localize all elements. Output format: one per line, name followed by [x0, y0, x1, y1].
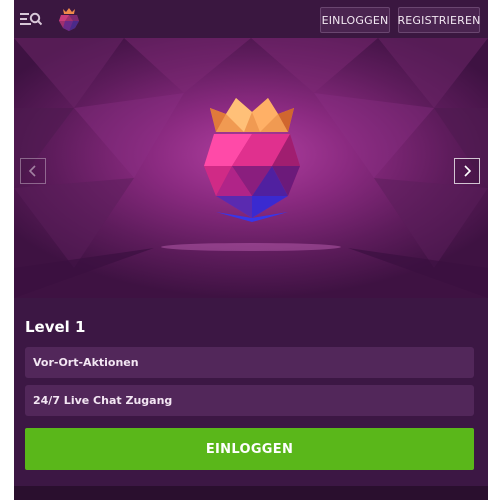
- carousel-next-button[interactable]: [454, 158, 480, 184]
- crowned-raspberry-gem-icon: [204, 98, 300, 222]
- menu-search-icon[interactable]: [19, 9, 43, 29]
- top-bar: EINLOGGEN REGISTRIEREN: [14, 0, 488, 38]
- header-register-button[interactable]: REGISTRIEREN: [397, 7, 480, 33]
- chevron-right-icon: [464, 165, 472, 177]
- bottom-strip: [14, 486, 488, 500]
- level-title: Level 1: [25, 318, 86, 336]
- page: EINLOGGEN REGISTRIEREN Level 1 Vor-Ort-A…: [14, 0, 488, 500]
- carousel-prev-button[interactable]: [20, 158, 46, 184]
- header-login-button[interactable]: EINLOGGEN: [320, 7, 390, 33]
- chevron-left-icon: [28, 165, 36, 177]
- login-button[interactable]: EINLOGGEN: [25, 428, 474, 470]
- feature-item: Vor-Ort-Aktionen: [25, 347, 474, 378]
- raspberry-logo-icon[interactable]: [56, 6, 82, 32]
- feature-item: 24/7 Live Chat Zugang: [25, 385, 474, 416]
- hero-banner: [14, 38, 488, 298]
